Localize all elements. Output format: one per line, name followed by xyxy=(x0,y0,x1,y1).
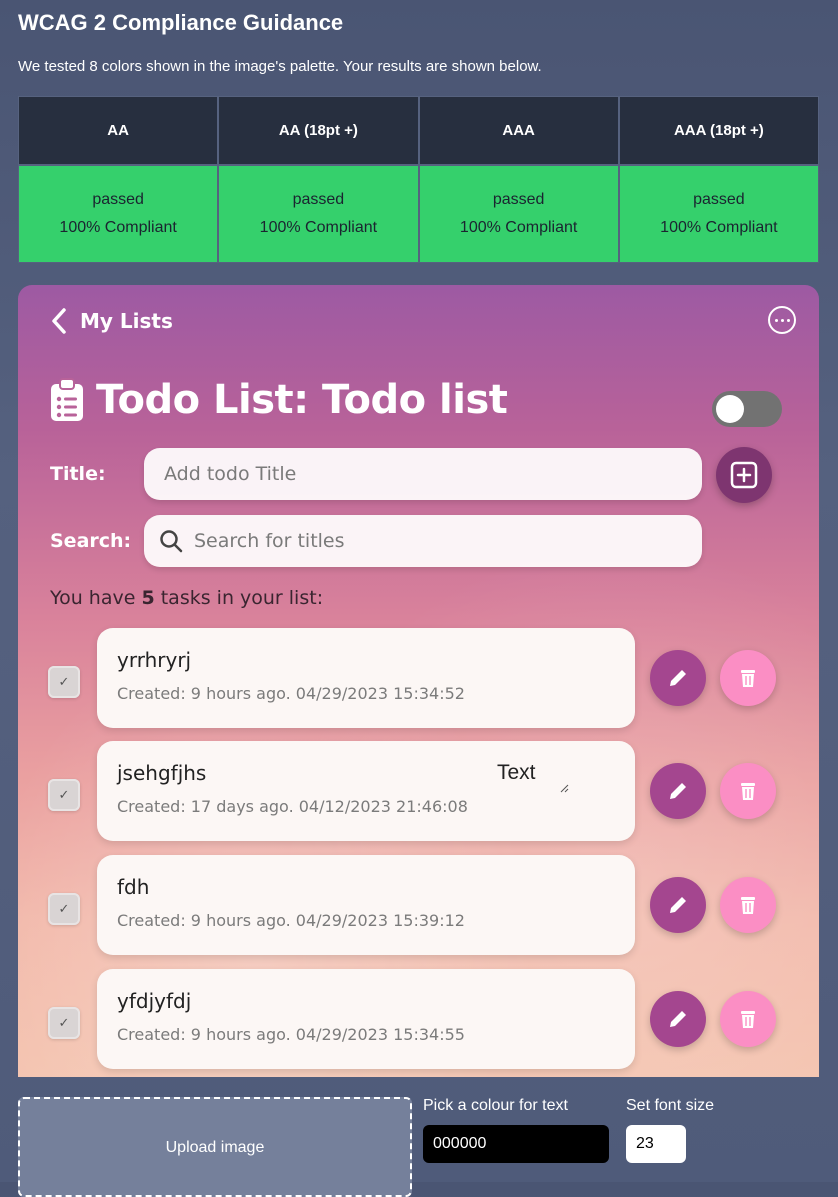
task-row: ✓ jsehgfjhs Created: 17 days ago. 04/12/… xyxy=(18,741,819,841)
task-card[interactable]: yfdjyfdj Created: 9 hours ago. 04/29/202… xyxy=(97,969,635,1069)
font-size-input[interactable] xyxy=(626,1125,686,1163)
edit-task-button[interactable] xyxy=(650,650,706,706)
font-size-label: Set font size xyxy=(626,1097,715,1114)
search-input[interactable] xyxy=(184,530,702,552)
pencil-icon xyxy=(670,1011,686,1027)
results-header-aa-18pt: AA (18pt +) xyxy=(218,96,419,165)
task-name: yfdjyfdj xyxy=(117,989,192,1013)
chevron-left-icon xyxy=(52,308,66,334)
overlay-text[interactable]: Text xyxy=(497,761,536,785)
pencil-icon xyxy=(670,897,686,913)
results-cell-aa-18pt: passed 100% Compliant xyxy=(218,165,419,263)
search-icon xyxy=(160,530,183,553)
edit-task-button[interactable] xyxy=(650,877,706,933)
result-status: passed xyxy=(492,191,545,208)
todo-heading: Todo List: Todo list xyxy=(50,377,508,423)
edit-task-button[interactable] xyxy=(650,763,706,819)
results-cell-aaa-18pt: passed 100% Compliant xyxy=(618,165,819,263)
task-created: Created: 9 hours ago. 04/29/2023 15:39:1… xyxy=(117,911,465,930)
results-header-aa: AA xyxy=(18,96,219,165)
result-compliance: 100% Compliant xyxy=(59,219,177,236)
more-options-button[interactable] xyxy=(768,306,796,334)
task-name: yrrhryrj xyxy=(117,648,192,672)
pencil-icon xyxy=(670,783,686,799)
search-label: Search: xyxy=(50,530,132,552)
task-created: Created: 17 days ago. 04/12/2023 21:46:0… xyxy=(117,797,468,816)
delete-task-button[interactable] xyxy=(720,650,776,706)
theme-toggle[interactable] xyxy=(712,391,782,427)
task-row: ✓ yfdjyfdj Created: 9 hours ago. 04/29/2… xyxy=(18,969,819,1069)
delete-task-button[interactable] xyxy=(720,877,776,933)
results-header-aaa-18pt: AAA (18pt +) xyxy=(618,96,819,165)
upload-image-dropzone[interactable]: Upload image xyxy=(18,1097,412,1197)
task-checkbox[interactable]: ✓ xyxy=(48,666,80,698)
task-checkbox[interactable]: ✓ xyxy=(48,1007,80,1039)
task-count: You have 5 tasks in your list: xyxy=(50,587,323,609)
more-dot xyxy=(780,318,784,322)
result-status: passed xyxy=(292,191,345,208)
task-checkbox[interactable]: ✓ xyxy=(48,779,80,811)
task-name: fdh xyxy=(117,875,150,899)
trash-icon xyxy=(741,897,755,914)
add-todo-button[interactable] xyxy=(716,447,772,503)
more-dot xyxy=(786,318,790,322)
delete-task-button[interactable] xyxy=(720,991,776,1047)
task-checkbox[interactable]: ✓ xyxy=(48,893,80,925)
task-row: ✓ fdh Created: 9 hours ago. 04/29/2023 1… xyxy=(18,855,819,955)
search-field[interactable] xyxy=(144,515,702,567)
page-title: WCAG 2 Compliance Guidance xyxy=(18,10,344,35)
text-color-label: Pick a colour for text xyxy=(423,1097,568,1114)
pencil-icon xyxy=(670,670,686,686)
delete-task-button[interactable] xyxy=(720,763,776,819)
edit-task-button[interactable] xyxy=(650,991,706,1047)
plus-square-icon xyxy=(730,461,758,489)
title-label: Title: xyxy=(50,463,106,485)
preview-image: My Lists Todo List: Todo list Title: Sea… xyxy=(18,285,819,1077)
toggle-knob xyxy=(716,395,744,423)
task-card[interactable]: fdh Created: 9 hours ago. 04/29/2023 15:… xyxy=(97,855,635,955)
task-count-suffix: tasks in your list: xyxy=(154,587,324,609)
task-name: jsehgfjhs xyxy=(117,761,207,785)
result-status: passed xyxy=(92,191,144,208)
task-card[interactable]: jsehgfjhs Created: 17 days ago. 04/12/20… xyxy=(97,741,635,841)
text-color-input[interactable] xyxy=(423,1125,609,1163)
results-cell-aaa: passed 100% Compliant xyxy=(418,165,619,263)
task-row: ✓ yrrhryrj Created: 9 hours ago. 04/29/2… xyxy=(18,628,819,728)
title-field[interactable] xyxy=(144,448,702,500)
resize-grip-icon[interactable] xyxy=(559,783,569,793)
more-horizontal-icon xyxy=(774,318,778,322)
back-label: My Lists xyxy=(80,309,173,333)
trash-icon xyxy=(741,1011,755,1028)
task-card[interactable]: yrrhryrj Created: 9 hours ago. 04/29/202… xyxy=(97,628,635,728)
result-compliance: 100% Compliant xyxy=(259,219,378,236)
back-button[interactable]: My Lists xyxy=(50,307,173,335)
result-status: passed xyxy=(693,191,745,208)
task-count-value: 5 xyxy=(141,587,155,609)
results-table: AA AA (18pt +) AAA AAA (18pt +) passed 1… xyxy=(18,96,819,263)
clipboard-list-icon xyxy=(51,378,83,421)
task-created: Created: 9 hours ago. 04/29/2023 15:34:5… xyxy=(117,1025,465,1044)
todo-title: Todo List: Todo list xyxy=(96,377,508,423)
upload-label: Upload image xyxy=(165,1139,265,1156)
result-compliance: 100% Compliant xyxy=(459,219,578,236)
result-compliance: 100% Compliant xyxy=(660,219,778,236)
task-count-prefix: You have xyxy=(50,587,142,609)
page-subtitle: We tested 8 colors shown in the image's … xyxy=(18,58,542,75)
title-input[interactable] xyxy=(144,463,702,485)
trash-icon xyxy=(741,783,755,800)
results-header-aaa: AAA xyxy=(418,96,619,165)
task-created: Created: 9 hours ago. 04/29/2023 15:34:5… xyxy=(117,684,465,703)
results-cell-aa: passed 100% Compliant xyxy=(18,165,219,263)
trash-icon xyxy=(741,670,755,687)
